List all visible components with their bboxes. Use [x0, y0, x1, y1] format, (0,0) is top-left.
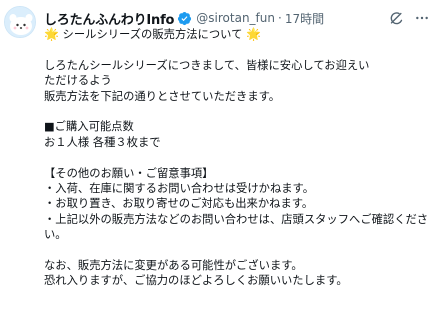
tweet-line: お１人様 各種３枚まで — [44, 135, 161, 149]
tweet-line: しろたんシールシリーズにつきまして、皆様に安心してお迎えいただけるよう — [44, 58, 370, 88]
tweet-title: シールシリーズの販売方法について — [62, 28, 243, 41]
tweet-title-line: 🌟 シールシリーズの販売方法について 🌟 — [44, 27, 436, 42]
tweet-line: なお、販売方法に変更がある可能性がございます。 — [44, 259, 303, 273]
tweet-line: ■ご購入可能点数 — [44, 120, 134, 134]
tweet[interactable]: しろたんふんわりInfo @sirotan_fun · 17時間 🌟 シールシリ… — [0, 0, 442, 314]
tweet-line: ・お取り置き、お取り寄せのご対応も出来かねます。 — [44, 197, 314, 211]
tweet-line — [44, 150, 436, 165]
tweet-line: 恐れ入りますが、ご協力のほどよろしくお願いいたします。 — [44, 274, 348, 288]
tweet-line — [44, 104, 436, 119]
tweet-text: 🌟 シールシリーズの販売方法について 🌟 しろたんシールシリーズにつきまして、皆… — [44, 27, 436, 289]
user-handle[interactable]: @sirotan_fun — [196, 11, 275, 25]
grok-icon[interactable] — [388, 10, 404, 26]
display-name[interactable]: しろたんふんわりInfo — [44, 9, 174, 28]
header-actions — [388, 8, 430, 28]
tweet-line — [44, 42, 436, 57]
tweet-line — [44, 243, 436, 258]
avatar[interactable] — [4, 6, 36, 38]
star-icon: 🌟 — [44, 27, 59, 41]
tweet-line: ・上記以外の販売方法などのお問い合わせは、店頭スタッフへご確認ください。 — [44, 212, 429, 242]
timestamp[interactable]: 17時間 — [285, 10, 324, 27]
separator-dot: · — [277, 11, 282, 25]
more-icon[interactable] — [414, 10, 430, 26]
star-icon: 🌟 — [246, 27, 261, 41]
tweet-line: 販売方法を下記の通りとさせていただきます。 — [44, 89, 281, 103]
verified-badge-icon — [177, 11, 192, 26]
tweet-line: 【その他のお願い・ご留意事項】 — [44, 166, 214, 180]
sirotan-avatar-icon — [5, 7, 35, 37]
tweet-line: ・入荷、在庫に関するお問い合わせは受けかねます。 — [44, 182, 314, 196]
tweet-header: しろたんふんわりInfo @sirotan_fun · 17時間 — [44, 8, 434, 28]
